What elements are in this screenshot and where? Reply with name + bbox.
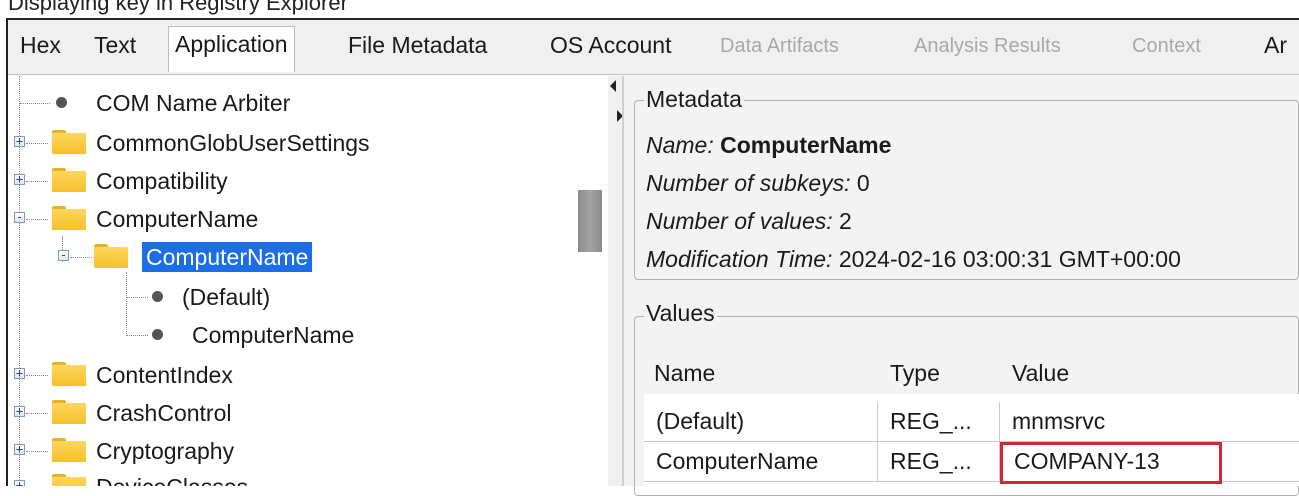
expand-icon[interactable]: + — [14, 173, 25, 185]
tree-item-crashcontrol[interactable]: + CrashControl — [8, 396, 608, 430]
tree-item-label: ContentIndex — [96, 362, 233, 388]
cell-name-default: (Default) — [656, 408, 745, 434]
expand-icon[interactable]: + — [14, 135, 25, 147]
subkeys-value: 0 — [856, 170, 870, 196]
column-header-value[interactable]: Value — [1012, 360, 1069, 387]
tab-hex[interactable]: Hex — [20, 32, 61, 59]
column-header-type[interactable]: Type — [890, 360, 940, 387]
folder-icon — [52, 362, 86, 386]
cell-type-default: REG_... — [890, 408, 972, 434]
pane-splitter[interactable] — [608, 76, 622, 486]
subkeys-label: Number of subkeys: — [646, 170, 857, 196]
highlight-annotation-box — [1000, 442, 1222, 484]
metadata-values-line: Number of values: 2 — [646, 208, 852, 235]
tab-analysis-results[interactable]: Analysis Results — [914, 35, 1061, 58]
cell-value-default: mnmsrvc — [1012, 408, 1106, 434]
folder-icon — [52, 400, 86, 424]
tree-item-default-value[interactable]: (Default) — [8, 280, 608, 314]
tab-ar[interactable]: Ar — [1264, 32, 1287, 59]
tree-item-label: Compatibility — [96, 168, 228, 194]
tree-item-compatibility[interactable]: + Compatibility — [8, 164, 608, 198]
registry-tree[interactable]: COM Name Arbiter + CommonGlobUserSetting… — [8, 76, 608, 486]
tree-item-label: DeviceClasses — [96, 474, 248, 486]
values-count-label: Number of values: — [646, 208, 840, 234]
caption-text: Displaying key in Registry Explorer — [8, 0, 348, 15]
metadata-group-title: Metadata — [644, 86, 744, 113]
tree-item-label: Cryptography — [96, 438, 235, 464]
folder-icon — [52, 168, 86, 192]
folder-icon — [52, 130, 86, 154]
folder-icon — [52, 206, 86, 230]
tab-file-metadata[interactable]: File Metadata — [348, 32, 487, 59]
tab-data-artifacts[interactable]: Data Artifacts — [720, 35, 839, 58]
expand-icon[interactable]: + — [14, 367, 25, 379]
tree-item-com-name-arbiter[interactable]: COM Name Arbiter — [8, 86, 608, 120]
tree-item-label: ComputerName — [142, 242, 313, 272]
tree-item-contentindex[interactable]: + ContentIndex — [8, 358, 608, 392]
registry-value-icon — [56, 97, 67, 108]
values-group-title: Values — [644, 300, 717, 327]
metadata-subkeys-line: Number of subkeys: 0 — [646, 170, 870, 197]
tab-text[interactable]: Text — [94, 32, 136, 59]
folder-icon — [52, 474, 86, 486]
tree-item-computername-value[interactable]: ComputerName — [8, 318, 608, 352]
registry-value-icon — [152, 291, 163, 302]
collapse-icon[interactable]: - — [14, 211, 25, 223]
name-label: Name: — [646, 132, 721, 158]
modtime-value: 2024-02-16 03:00:31 GMT+00:00 — [838, 246, 1181, 272]
tree-item-cryptography[interactable]: + Cryptography — [8, 434, 608, 468]
tree-item-commonglobusersettings[interactable]: + CommonGlobUserSettings — [8, 126, 608, 160]
modtime-label: Modification Time: — [646, 246, 839, 272]
cell-type-computername: REG_... — [890, 448, 972, 474]
tree-item-label: ComputerName — [192, 322, 355, 348]
metadata-modtime-line: Modification Time: 2024-02-16 03:00:31 G… — [646, 246, 1181, 273]
cell-name-computername: ComputerName — [656, 448, 819, 474]
registry-value-icon — [152, 329, 163, 340]
tree-item-label: (Default) — [182, 284, 271, 310]
tree-item-computername-selected[interactable]: - ComputerName — [8, 240, 608, 274]
tree-item-label: ComputerName — [96, 206, 259, 232]
expand-icon[interactable]: + — [14, 479, 25, 486]
tree-item-label: CommonGlobUserSettings — [96, 130, 370, 156]
expand-icon[interactable]: + — [14, 443, 25, 455]
folder-icon — [52, 438, 86, 462]
tree-item-deviceclasses[interactable]: + DeviceClasses — [8, 470, 608, 486]
tab-application[interactable]: Application — [168, 26, 295, 72]
column-header-name[interactable]: Name — [654, 360, 715, 387]
tree-item-label: CrashControl — [96, 400, 232, 426]
folder-icon — [94, 244, 128, 268]
tab-bar: Hex Text Application File Metadata OS Ac… — [8, 20, 1299, 75]
expand-icon[interactable]: + — [14, 405, 25, 417]
tab-context[interactable]: Context — [1132, 35, 1201, 58]
name-value: ComputerName — [720, 132, 892, 158]
tree-scrollbar-thumb[interactable] — [578, 190, 602, 252]
tab-os-account[interactable]: OS Account — [550, 32, 671, 59]
tree-item-label: COM Name Arbiter — [96, 90, 291, 116]
values-count-value: 2 — [839, 208, 852, 234]
collapse-left-icon[interactable] — [610, 80, 616, 92]
collapse-icon[interactable]: - — [58, 249, 69, 261]
tree-item-computername[interactable]: - ComputerName — [8, 202, 608, 236]
metadata-name-line: Name: ComputerName — [646, 132, 891, 159]
